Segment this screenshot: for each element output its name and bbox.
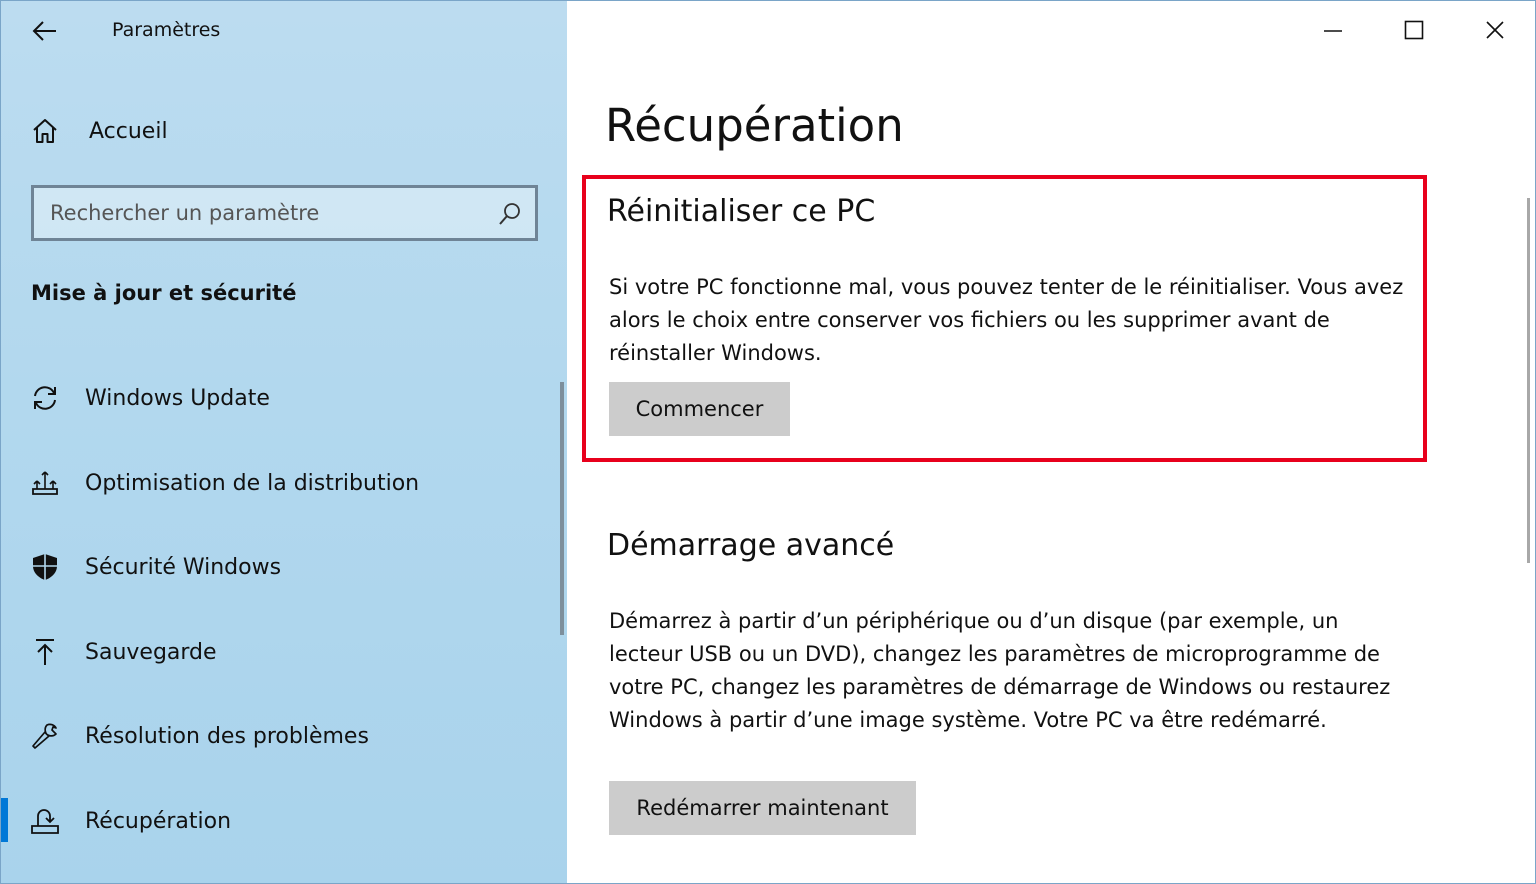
sidebar-item-home[interactable]: Accueil [1,101,567,161]
restart-now-button[interactable]: Redémarrer maintenant [609,781,916,835]
sidebar-item-label: Résolution des problèmes [85,723,369,749]
sidebar-item-label: Optimisation de la distribution [85,470,420,496]
sidebar-item-delivery-optimization[interactable]: Optimisation de la distribution [1,453,567,513]
sidebar-item-windows-security[interactable]: Sécurité Windows [1,537,567,597]
sidebar-item-windows-update[interactable]: Windows Update [1,368,567,428]
back-button[interactable] [23,9,67,53]
sidebar-scrollbar[interactable] [560,382,564,635]
app-title: Paramètres [112,19,221,41]
page-title: Récupération [605,99,904,152]
sidebar-item-label: Sauvegarde [85,639,217,665]
search-icon[interactable] [497,201,523,227]
recovery-icon [29,805,61,837]
section-heading: Mise à jour et sécurité [31,281,297,305]
minimize-icon [1324,30,1342,32]
sidebar-item-troubleshoot[interactable]: Résolution des problèmes [1,706,567,766]
sidebar-item-backup[interactable]: Sauvegarde [1,622,567,682]
advanced-startup-heading: Démarrage avancé [607,528,895,563]
main-scrollbar[interactable] [1527,198,1530,563]
search-input[interactable] [50,188,490,238]
maximize-icon [1404,20,1424,40]
sidebar-item-label: Accueil [89,118,168,144]
shield-icon [29,551,61,583]
sidebar-item-label: Windows Update [85,385,270,411]
upload-arrow-icon [29,636,61,668]
reset-pc-heading: Réinitialiser ce PC [607,194,876,229]
close-button[interactable] [1465,5,1525,55]
sidebar-item-label: Récupération [85,808,232,834]
reset-pc-description: Si votre PC fonctionne mal, vous pouvez … [609,275,1404,365]
wrench-icon [29,720,61,752]
close-icon [1486,21,1504,39]
maximize-button[interactable] [1384,5,1444,55]
sidebar-item-label: Sécurité Windows [85,554,282,580]
settings-window: Paramètres Accueil Mise à jour et sécuri… [0,0,1536,884]
sidebar-item-recovery[interactable]: Récupération [1,791,567,851]
get-started-button[interactable]: Commencer [609,382,790,436]
sidebar: Paramètres Accueil Mise à jour et sécuri… [1,1,567,883]
minimize-button[interactable] [1303,5,1363,55]
delivery-optimization-icon [29,467,61,499]
search-box[interactable] [31,185,538,241]
sync-icon [29,382,61,414]
back-arrow-icon [32,21,56,41]
home-icon [29,115,61,147]
main-content: Récupération Réinitialiser ce PC Si votr… [567,1,1535,883]
advanced-startup-description: Démarrez à partir d’un périphérique ou d… [609,609,1391,732]
